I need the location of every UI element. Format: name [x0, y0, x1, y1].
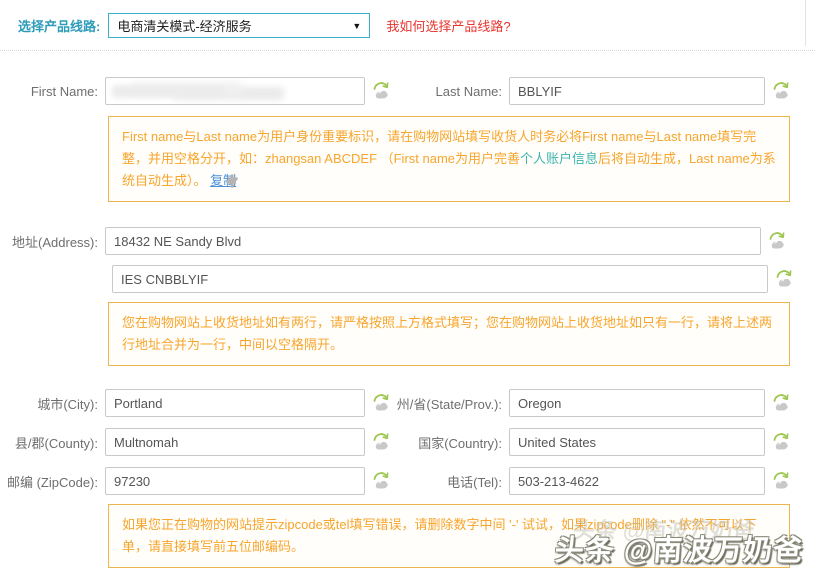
city-state-row: 城市(City): 州/省(State/Prov.):	[0, 389, 815, 417]
city-input[interactable]	[105, 389, 365, 417]
address-line1-input[interactable]	[105, 227, 761, 255]
product-line-selected-value: 电商清关模式-经济服务	[117, 19, 252, 34]
tel-input[interactable]	[509, 467, 765, 495]
refresh-icon[interactable]	[370, 79, 392, 103]
first-name-input[interactable]	[105, 77, 365, 105]
product-line-help-link[interactable]: 我如何选择产品线路?	[386, 16, 510, 35]
zipcode-label: 邮编 (ZipCode):	[6, 474, 98, 490]
county-country-row: 县/郡(County): 国家(Country):	[0, 428, 815, 456]
product-line-label: 选择产品线路:	[18, 19, 101, 34]
address-notice-box: 您在购物网站上收货地址如有两行，请严格按照上方格式填写；您在购物网站上收货地址如…	[108, 302, 790, 366]
last-name-label: Last Name:	[435, 83, 502, 99]
address-row-1: 地址(Address):	[0, 227, 815, 255]
address-row-2	[112, 265, 815, 293]
first-name-redacted-value	[112, 85, 224, 98]
address-label: 地址(Address):	[12, 234, 98, 250]
refresh-icon[interactable]	[370, 469, 392, 493]
city-label: 城市(City):	[37, 396, 98, 412]
name-notice-highlight: 个人账户信息	[520, 151, 599, 166]
refresh-icon[interactable]	[370, 391, 392, 415]
refresh-icon[interactable]	[770, 79, 792, 103]
refresh-icon[interactable]	[770, 430, 792, 454]
country-label: 国家(Country):	[418, 435, 502, 451]
first-name-label: First Name:	[30, 83, 98, 99]
county-input[interactable]	[105, 428, 365, 456]
address-notice-text: 您在购物网站上收货地址如有两行，请严格按照上方格式填写；您在购物网站上收货地址如…	[122, 315, 773, 352]
address-line2-input[interactable]	[112, 265, 768, 293]
product-line-select[interactable]: 电商清关模式-经济服务 ▼	[108, 13, 371, 38]
tel-label: 电话(Tel):	[447, 474, 502, 490]
refresh-icon[interactable]	[773, 267, 795, 291]
product-line-bar: 选择产品线路: 电商清关模式-经济服务 ▼ 我如何选择产品线路?	[0, 0, 815, 38]
zipcode-tel-row: 邮编 (ZipCode): 电话(Tel):	[0, 467, 815, 495]
state-input[interactable]	[509, 389, 765, 417]
last-name-input[interactable]	[509, 77, 765, 105]
name-row: First Name: Last Name:	[0, 77, 815, 105]
address-form-page: 选择产品线路: 电商清关模式-经济服务 ▼ 我如何选择产品线路? First N…	[0, 0, 815, 573]
watermark: 头条 @南波万奶爸	[553, 535, 804, 567]
puzzle-icon[interactable]	[223, 173, 240, 190]
refresh-icon[interactable]	[370, 430, 392, 454]
name-notice-box: First name与Last name为用户身份重要标识，请在购物网站填写收货…	[108, 116, 790, 202]
country-input[interactable]	[509, 428, 765, 456]
refresh-icon[interactable]	[766, 229, 788, 253]
zipcode-input[interactable]	[105, 467, 365, 495]
chevron-down-icon: ▼	[352, 20, 362, 31]
refresh-icon[interactable]	[770, 391, 792, 415]
state-label: 州/省(State/Prov.):	[396, 396, 502, 412]
panel-edge-divider	[805, 0, 806, 46]
section-divider	[0, 50, 815, 51]
county-label: 县/郡(County):	[14, 435, 98, 451]
refresh-icon[interactable]	[770, 469, 792, 493]
